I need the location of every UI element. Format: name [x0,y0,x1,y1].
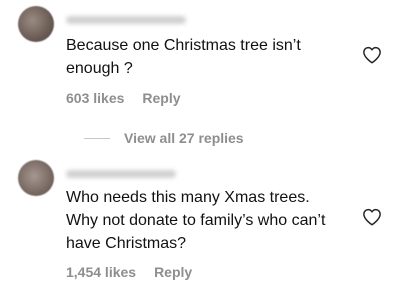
replies-divider [84,137,110,139]
username-blurred[interactable] [66,16,186,24]
reply-button[interactable]: Reply [154,264,192,280]
likes-count[interactable]: 603 likes [66,90,124,106]
avatar[interactable] [18,160,54,196]
view-replies-label: View all 27 replies [124,130,244,146]
comment-text: Who needs this many Xmas trees. Why not … [66,189,326,252]
comment-meta: 603 likes Reply [66,90,181,106]
heart-icon[interactable] [362,208,382,226]
comment-text: Because one Christmas tree isn’t enough … [66,37,301,77]
comment-meta: 1,454 likes Reply [66,264,192,280]
reply-button[interactable]: Reply [142,90,180,106]
likes-count[interactable]: 1,454 likes [66,264,136,280]
comments-screen: Because one Christmas tree isn’t enough … [0,0,400,300]
avatar[interactable] [18,6,54,42]
heart-icon[interactable] [362,46,382,64]
username-blurred[interactable] [66,170,176,178]
view-replies-button[interactable]: View all 27 replies [84,130,244,146]
